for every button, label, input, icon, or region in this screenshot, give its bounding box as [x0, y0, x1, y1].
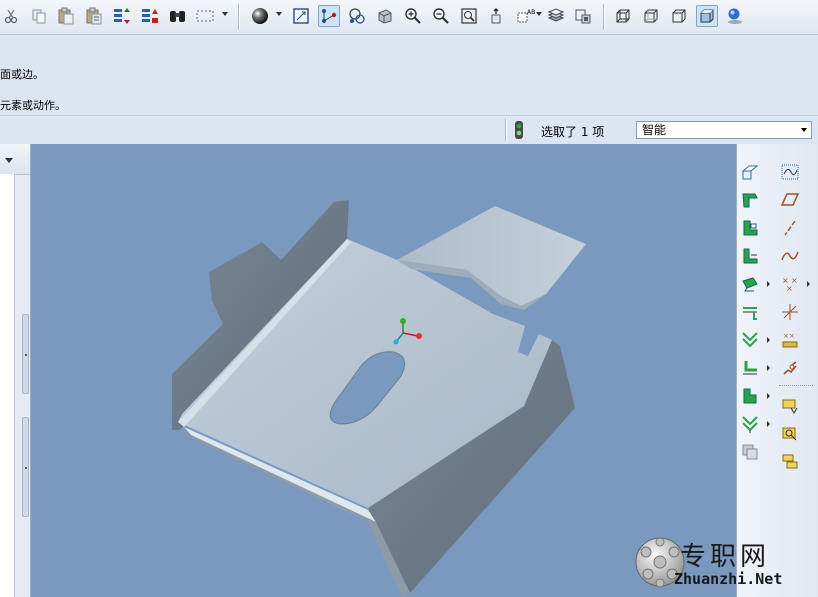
toolbar-divider	[779, 385, 813, 387]
toolbar-separator	[603, 4, 604, 30]
message-line-1: 面或边。	[0, 68, 44, 81]
flange-wall-icon[interactable]	[739, 189, 761, 211]
copy-icon[interactable]	[28, 5, 50, 27]
unbend-icon[interactable]	[739, 329, 761, 351]
merge-icon[interactable]	[739, 441, 761, 463]
appearance-dropdown[interactable]	[276, 12, 282, 16]
appearance-sphere-icon[interactable]	[249, 5, 271, 27]
edge-bend-icon[interactable]	[739, 301, 761, 323]
analysis-icon[interactable]: ××	[779, 329, 801, 351]
refit-zoom-icon[interactable]	[458, 5, 480, 27]
svg-text:AB: AB	[527, 9, 535, 16]
bend-dropdown[interactable]	[767, 281, 770, 287]
flatten-dropdown[interactable]	[767, 421, 770, 427]
find-icon[interactable]	[167, 5, 189, 27]
zoom-out-icon[interactable]	[430, 5, 452, 27]
shading-icon[interactable]	[696, 5, 718, 27]
watermark-title: 专职网	[680, 542, 771, 572]
refit-icon[interactable]	[290, 5, 312, 27]
datum-display-icon[interactable]	[318, 5, 340, 27]
bend-icon[interactable]	[739, 273, 761, 295]
model-tree-area[interactable]	[0, 174, 15, 597]
message-area: 面或边。 元素或动作。	[0, 35, 818, 115]
layers-icon[interactable]	[545, 5, 567, 27]
svg-text:×: ×	[786, 284, 793, 293]
unattached-wall-icon[interactable]	[739, 217, 761, 239]
datum-point-dropdown[interactable]	[807, 281, 810, 287]
sheetmetal-part-model[interactable]	[31, 144, 736, 597]
bend-back-dropdown[interactable]	[767, 365, 770, 371]
navigator-header	[0, 144, 30, 175]
flat-wall-icon[interactable]	[739, 161, 761, 183]
render-icon[interactable]	[724, 5, 746, 27]
status-separator	[505, 119, 506, 141]
saved-views-icon[interactable]: AB	[514, 5, 536, 27]
spin-center-icon[interactable]	[346, 5, 368, 27]
cut-icon[interactable]	[0, 5, 22, 27]
regen-manager-icon[interactable]	[139, 5, 161, 27]
paste-special-icon[interactable]	[83, 5, 105, 27]
graphics-window[interactable]	[31, 144, 736, 597]
wireframe-icon[interactable]	[612, 5, 634, 27]
bend-back-icon[interactable]	[739, 357, 761, 379]
navigator-panel	[0, 144, 31, 597]
orient-icon[interactable]	[374, 5, 396, 27]
datum-axis-icon[interactable]	[779, 217, 801, 239]
navigator-sash-upper[interactable]	[22, 314, 29, 394]
paste-icon[interactable]	[55, 5, 77, 27]
selection-count-text: 选取了 1 项	[541, 125, 605, 139]
saved-views-dropdown[interactable]	[536, 12, 542, 16]
datum-plane-icon[interactable]	[779, 189, 801, 211]
form-icon[interactable]	[739, 385, 761, 407]
flatten-icon[interactable]	[739, 413, 761, 435]
selection-filter-value: 智能	[642, 123, 667, 137]
navigator-sash-lower[interactable]	[22, 417, 29, 517]
insert-form-icon[interactable]	[779, 395, 801, 417]
view-manager-icon[interactable]	[572, 5, 594, 27]
toolbar-separator	[238, 4, 239, 30]
convert-icon[interactable]	[779, 451, 801, 473]
regenerate-icon[interactable]	[111, 5, 133, 27]
no-hidden-icon[interactable]	[668, 5, 690, 27]
selection-status-bar: 选取了 1 项 智能	[0, 115, 818, 144]
watermark: 专职网 Zhuanzhi.Net	[634, 530, 818, 597]
datum-point-icon[interactable]: × × ×	[779, 273, 801, 295]
main-toolbar: AB	[0, 0, 818, 35]
select-box-dropdown[interactable]	[222, 12, 228, 16]
datum-sketch-icon[interactable]	[779, 161, 801, 183]
reorient-icon[interactable]	[486, 5, 508, 27]
datum-curve-icon[interactable]	[779, 245, 801, 267]
rip-icon[interactable]	[779, 357, 801, 379]
zoom-in-icon[interactable]	[402, 5, 424, 27]
chevron-down-icon[interactable]	[5, 158, 13, 163]
coordinate-system-icon[interactable]	[779, 301, 801, 323]
selection-light-icon	[512, 120, 526, 140]
message-line-2: 元素或动作。	[0, 99, 66, 112]
svg-text:××: ××	[783, 332, 795, 340]
chevron-down-icon	[801, 128, 807, 132]
watermark-url: Zhuanzhi.Net	[674, 570, 783, 588]
hidden-line-icon[interactable]	[640, 5, 662, 27]
unbend-dropdown[interactable]	[767, 337, 770, 343]
extend-wall-icon[interactable]	[739, 245, 761, 267]
select-box-icon[interactable]	[194, 5, 216, 27]
form-dropdown[interactable]	[767, 393, 770, 399]
edit-definition-icon[interactable]	[779, 423, 801, 445]
selection-filter-select[interactable]: 智能	[636, 121, 812, 139]
